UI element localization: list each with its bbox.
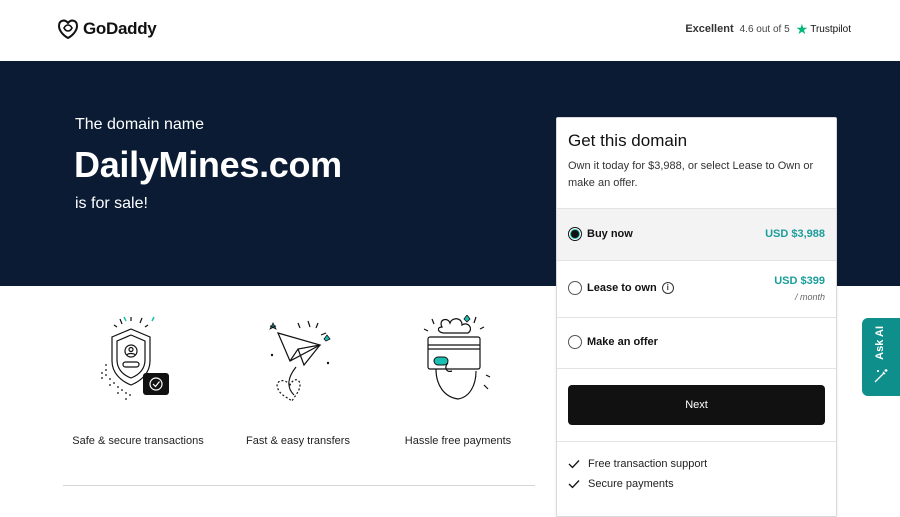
- option-make-offer[interactable]: Make an offer: [557, 317, 836, 369]
- shield-icon: [101, 316, 169, 400]
- hero-for-sale: is for sale!: [75, 195, 148, 212]
- trustpilot-label: Trustpilot: [810, 23, 851, 35]
- hero-intro: The domain name: [75, 116, 204, 133]
- credit-card-icon: [423, 315, 491, 400]
- ask-ai-label: Ask AI: [874, 326, 886, 360]
- benefit-label: Secure payments: [588, 478, 674, 490]
- star-icon: ★: [795, 21, 809, 37]
- benefit-label: Free transaction support: [588, 458, 708, 470]
- lease-to-own-label-group: Lease to own i: [587, 282, 674, 294]
- option-lease-to-own[interactable]: Lease to own i USD $399 / month: [557, 260, 836, 317]
- trustpilot-rating[interactable]: Excellent 4.6 out of 5 ★ Trustpilot: [685, 22, 851, 36]
- feature-payments: Hassle free payments: [383, 315, 533, 447]
- lease-to-own-radio[interactable]: [568, 281, 582, 295]
- benefit-item: Free transaction support: [568, 458, 707, 470]
- feature-transfers: Fast & easy transfers: [223, 315, 373, 447]
- buy-now-label: Buy now: [587, 228, 633, 240]
- option-buy-now[interactable]: Buy now USD $3,988: [557, 208, 836, 260]
- checkmark-icon: [568, 480, 580, 489]
- rating-score: 4.6 out of 5: [739, 23, 790, 35]
- purchase-card: Get this domain Own it today for $3,988,…: [556, 117, 837, 517]
- benefit-item: Secure payments: [568, 478, 674, 490]
- brand-name: GoDaddy: [83, 19, 157, 38]
- next-button[interactable]: Next: [568, 385, 825, 425]
- domain-name: DailyMines.com: [74, 144, 342, 185]
- rating-word: Excellent: [685, 23, 734, 35]
- make-offer-label: Make an offer: [587, 336, 658, 348]
- card-divider: [557, 441, 836, 442]
- feature-label: Safe & secure transactions: [72, 435, 204, 447]
- lease-to-own-label: Lease to own: [587, 282, 657, 294]
- trustpilot-logo: ★ Trustpilot: [796, 22, 851, 36]
- godaddy-logo-icon: [57, 19, 79, 39]
- godaddy-logo[interactable]: GoDaddy: [57, 19, 157, 39]
- feature-secure: Safe & secure transactions: [63, 315, 213, 447]
- checkmark-icon: [568, 460, 580, 469]
- ask-ai-tab[interactable]: Ask AI: [862, 318, 900, 396]
- lease-period: / month: [794, 292, 825, 302]
- make-offer-radio[interactable]: [568, 335, 582, 349]
- info-icon[interactable]: i: [661, 282, 674, 294]
- card-description: Own it today for $3,988, or select Lease…: [568, 160, 814, 189]
- lease-price: USD $399: [774, 275, 825, 287]
- magic-wand-icon: [874, 369, 888, 383]
- buy-now-radio[interactable]: [568, 227, 582, 241]
- card-title: Get this domain: [568, 131, 688, 150]
- paper-plane-icon: [269, 320, 331, 403]
- feature-label: Fast & easy transfers: [246, 435, 350, 447]
- feature-label: Hassle free payments: [404, 435, 512, 447]
- site-header: GoDaddy Excellent 4.6 out of 5 ★ Trustpi…: [0, 0, 900, 61]
- buy-now-price: USD $3,988: [765, 228, 825, 240]
- section-divider: [63, 485, 535, 486]
